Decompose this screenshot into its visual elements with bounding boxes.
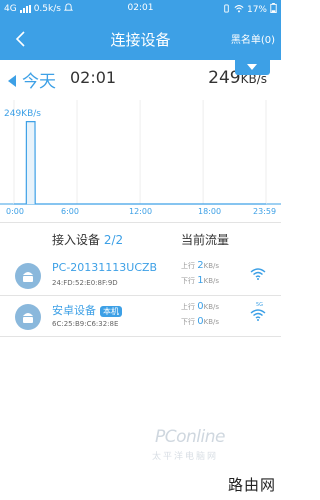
day-label: 今天 (22, 72, 56, 92)
device-mac: 6C:25:B9:C6:32:8E (52, 320, 119, 328)
status-right: 17% (222, 3, 277, 16)
band-label: 5G (256, 302, 264, 308)
download-rate: 下行 1KB/s (181, 275, 219, 286)
x-tick-label: 12:00 (129, 207, 153, 216)
upload-rate: 上行 2KB/s (181, 260, 219, 271)
x-tick-label: 23:59 (253, 207, 277, 216)
wifi-signal-icon (250, 268, 266, 280)
status-bar: 4G 0.5k/s 02:01 17% (0, 0, 281, 18)
download-rate: 下行 0KB/s (181, 316, 219, 327)
x-tick-label: 0:00 (6, 207, 24, 216)
triangle-down-icon (247, 64, 257, 70)
x-tick-label: 18:00 (198, 207, 222, 216)
dropdown-button[interactable] (235, 60, 270, 75)
devices-column-label: 接入设备 (52, 233, 101, 247)
device-name: 安卓设备 (52, 304, 96, 317)
blacklist-button[interactable]: 黑名单(0) (231, 31, 275, 46)
battery-icon (270, 3, 277, 16)
chart-peak-label: 249KB/s (4, 109, 41, 119)
download-unit: KB/s (203, 277, 220, 285)
device-name-line: 安卓设备 本机 (52, 302, 122, 318)
upload-unit: KB/s (203, 262, 220, 270)
current-time: 02:01 (70, 68, 117, 87)
upload-rate: 上行 0KB/s (181, 301, 219, 312)
device-row[interactable]: 安卓设备 本机 6C:25:B9:C6:32:8E 上行 0KB/s 下行 0KB… (0, 297, 281, 337)
nav-bar: 连接设备 黑名单(0) (0, 18, 281, 60)
android-icon (23, 313, 33, 323)
device-row[interactable]: PC-20131113UCZB 24:FD:52:E0:8F:9D 上行 2KB… (0, 256, 281, 296)
upload-unit: KB/s (203, 303, 220, 311)
upload-label: 上行 (181, 303, 195, 311)
traffic-chart-svg (0, 100, 281, 205)
this-device-badge: 本机 (100, 305, 122, 317)
download-label: 下行 (181, 277, 195, 285)
device-avatar (15, 263, 41, 289)
flow-column-header: 当前流量 (181, 233, 230, 247)
android-icon (23, 272, 33, 282)
devices-column-header: 接入设备 2/2 (52, 231, 123, 248)
device-avatar (15, 304, 41, 330)
device-mac: 24:FD:52:E0:8F:9D (52, 279, 118, 287)
watermark-site: 路由网 (227, 476, 276, 494)
upload-label: 上行 (181, 262, 195, 270)
watermark-subtitle: 太平洋电脑网 (152, 452, 219, 462)
watermark-logo: PConline (155, 427, 225, 447)
x-tick-label: 6:00 (61, 207, 79, 216)
download-label: 下行 (181, 318, 195, 326)
wifi-signal-icon (250, 309, 266, 321)
triangle-left-icon (8, 75, 16, 87)
vibrate-icon (222, 3, 231, 16)
device-name: PC-20131113UCZB (52, 261, 158, 274)
traffic-chart: 249KB/s 0:00 6:00 12:00 18:00 23:59 (0, 100, 281, 220)
download-unit: KB/s (203, 318, 220, 326)
wifi-status-icon (234, 4, 244, 16)
prev-day-button[interactable] (7, 72, 17, 87)
device-count: 2/2 (103, 233, 124, 247)
battery-level: 17% (246, 4, 267, 15)
device-table-header: 接入设备 2/2 当前流量 (0, 222, 281, 254)
